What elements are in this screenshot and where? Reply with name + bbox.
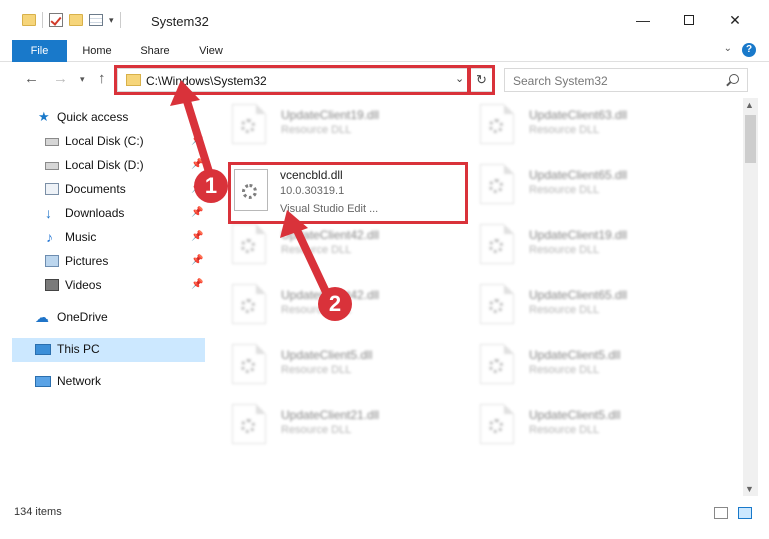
arrow-step-2 — [280, 210, 330, 296]
step-badge-2: 2 — [318, 287, 352, 321]
arrow-step-1 — [170, 80, 214, 179]
step-badge-1: 1 — [194, 169, 228, 203]
annotation-arrows — [170, 80, 330, 296]
